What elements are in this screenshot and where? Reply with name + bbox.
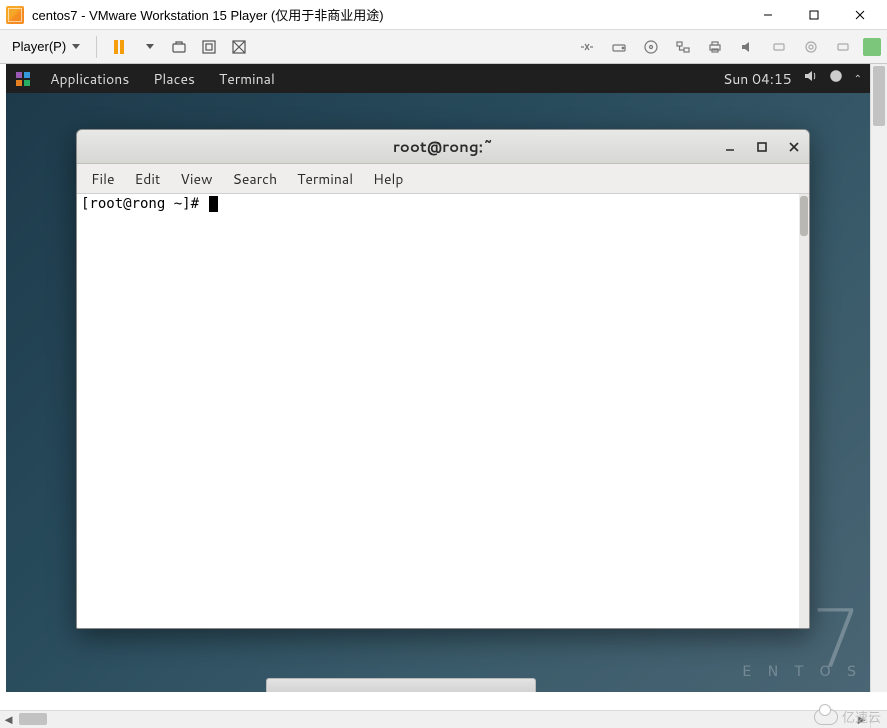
pause-icon bbox=[114, 40, 124, 54]
menu-view[interactable]: View bbox=[170, 169, 222, 189]
close-button[interactable] bbox=[837, 0, 883, 30]
device-icon-3[interactable] bbox=[831, 35, 855, 59]
device-icon[interactable] bbox=[767, 35, 791, 59]
pause-dropdown[interactable] bbox=[137, 35, 161, 59]
terminal-minimize-button[interactable] bbox=[721, 138, 739, 156]
terminal-close-button[interactable] bbox=[785, 138, 803, 156]
scroll-left-arrow[interactable]: ◄ bbox=[0, 711, 17, 728]
connect-icon[interactable] bbox=[575, 35, 599, 59]
power-icon[interactable] bbox=[828, 68, 844, 89]
menu-file[interactable]: File bbox=[81, 169, 125, 189]
player-menu-label: Player(P) bbox=[12, 39, 66, 54]
terminal-maximize-button[interactable] bbox=[753, 138, 771, 156]
terminal-title: root@rong:~ bbox=[393, 136, 493, 157]
host-horizontal-scrollbar[interactable]: ◄ ► bbox=[0, 710, 887, 728]
centos-label: E N T O S bbox=[742, 664, 862, 680]
send-ctrl-alt-del-button[interactable] bbox=[167, 35, 191, 59]
chevron-down-icon[interactable]: ⌃ bbox=[854, 72, 862, 86]
terminal-prompt: [root@rong ~]# bbox=[81, 196, 207, 212]
unity-button[interactable] bbox=[227, 35, 251, 59]
sound-icon[interactable] bbox=[735, 35, 759, 59]
chevron-down-icon bbox=[72, 44, 80, 49]
host-vertical-scrollbar[interactable] bbox=[870, 64, 887, 692]
minimize-button[interactable] bbox=[745, 0, 791, 30]
menu-edit[interactable]: Edit bbox=[125, 169, 171, 189]
vmware-icon bbox=[6, 6, 24, 24]
watermark: 亿速云 bbox=[814, 707, 881, 726]
terminal-scrollbar[interactable] bbox=[799, 194, 809, 628]
vm-display[interactable]: Applications Places Terminal Sun 04:15 ⌃… bbox=[6, 64, 870, 692]
menu-help[interactable]: Help bbox=[363, 169, 413, 189]
menu-terminal[interactable]: Terminal bbox=[287, 169, 363, 189]
volume-icon[interactable] bbox=[802, 68, 818, 89]
vmware-toolbar: Player(P) bbox=[0, 30, 887, 64]
menu-search[interactable]: Search bbox=[223, 169, 288, 189]
scrollbar-thumb[interactable] bbox=[873, 66, 885, 126]
terminal-titlebar[interactable]: root@rong:~ bbox=[77, 130, 809, 164]
message-log-icon[interactable] bbox=[863, 38, 881, 56]
gnome-top-bar: Applications Places Terminal Sun 04:15 ⌃ bbox=[6, 64, 870, 93]
vmware-titlebar: centos7 - VMware Workstation 15 Player (… bbox=[0, 0, 887, 30]
terminal-body[interactable]: [root@rong ~]# bbox=[77, 194, 809, 628]
pause-button[interactable] bbox=[107, 35, 131, 59]
window-title: centos7 - VMware Workstation 15 Player (… bbox=[32, 5, 384, 24]
network-icon[interactable] bbox=[671, 35, 695, 59]
cloud-icon bbox=[814, 709, 838, 725]
fullscreen-button[interactable] bbox=[197, 35, 221, 59]
activities-icon[interactable] bbox=[14, 70, 32, 88]
terminal-cursor bbox=[209, 196, 218, 212]
watermark-text: 亿速云 bbox=[842, 707, 881, 726]
maximize-button[interactable] bbox=[791, 0, 837, 30]
scrollbar-track[interactable] bbox=[17, 711, 853, 728]
player-menu[interactable]: Player(P) bbox=[6, 37, 86, 56]
scrollbar-thumb[interactable] bbox=[19, 713, 47, 725]
chevron-down-icon bbox=[146, 44, 154, 49]
separator bbox=[96, 36, 97, 58]
terminal-window: root@rong:~ File Edit View Sear bbox=[76, 129, 810, 629]
scrollbar-thumb[interactable] bbox=[800, 196, 808, 236]
gnome-applications[interactable]: Applications bbox=[38, 69, 141, 89]
gnome-terminal-menu[interactable]: Terminal bbox=[207, 69, 287, 89]
gnome-clock[interactable]: Sun 04:15 bbox=[723, 69, 792, 89]
terminal-menubar: File Edit View Search Terminal Help bbox=[77, 164, 809, 194]
hdd-icon[interactable] bbox=[607, 35, 631, 59]
printer-icon[interactable] bbox=[703, 35, 727, 59]
device-icon-2[interactable] bbox=[799, 35, 823, 59]
cd-icon[interactable] bbox=[639, 35, 663, 59]
desktop-background: 7 E N T O S root@rong:~ bbox=[6, 93, 870, 692]
gnome-dash-hint[interactable] bbox=[266, 678, 536, 692]
gnome-places[interactable]: Places bbox=[141, 69, 207, 89]
